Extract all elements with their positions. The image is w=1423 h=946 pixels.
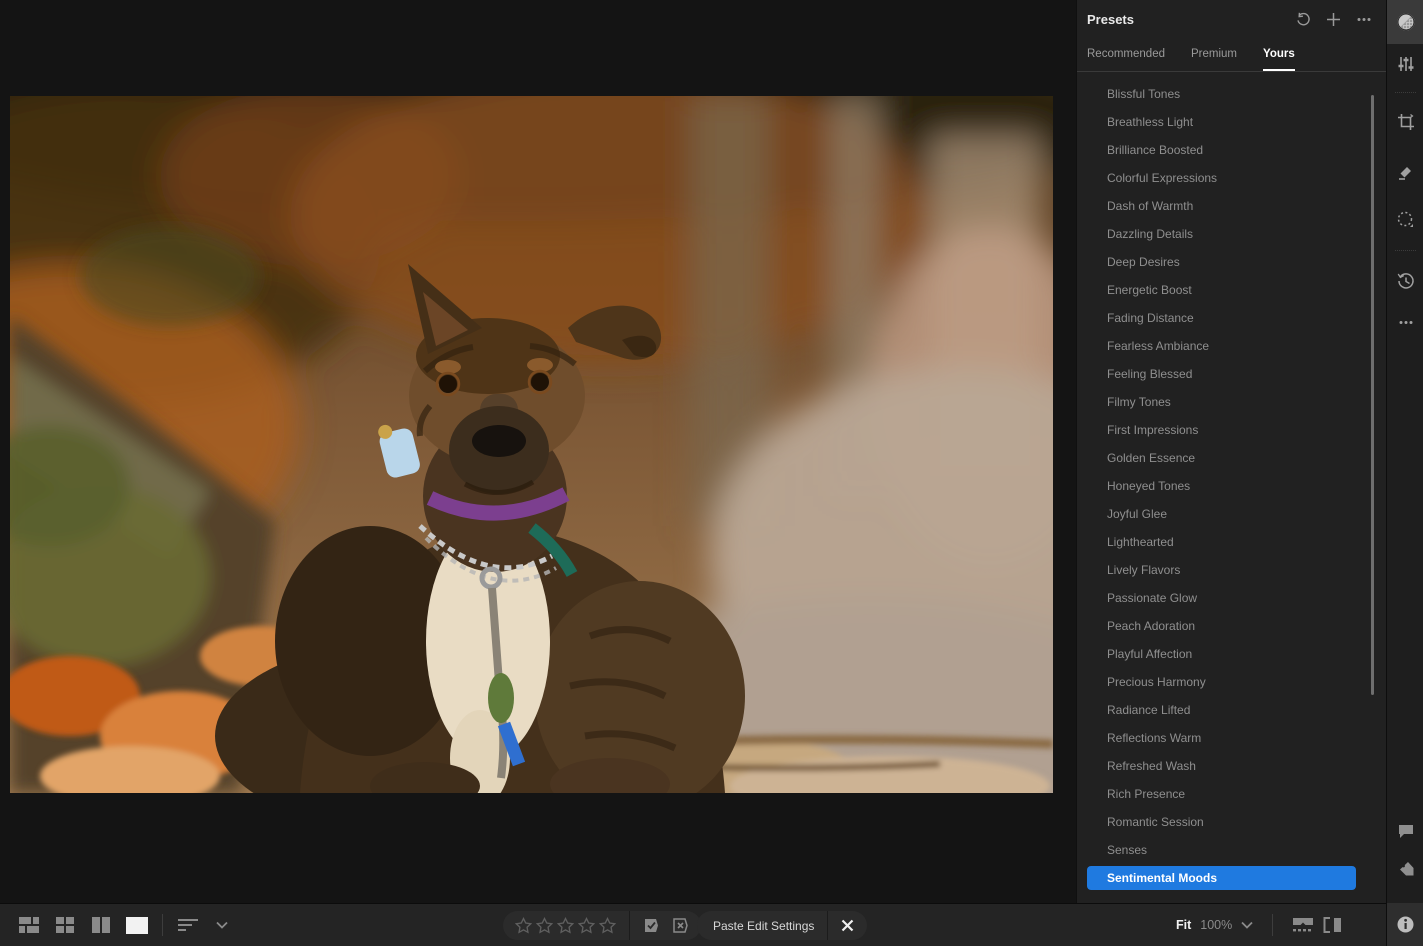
- chevron-down-icon[interactable]: [211, 916, 233, 934]
- preset-item[interactable]: Breathless Light: [1077, 108, 1386, 136]
- preset-tab[interactable]: Yours: [1263, 48, 1295, 71]
- photo-canvas[interactable]: [0, 0, 1076, 903]
- keywords-icon[interactable]: [1387, 849, 1423, 889]
- photo-image: [10, 96, 1053, 793]
- star-icon[interactable]: [536, 917, 553, 934]
- before-after-icon[interactable]: [1323, 917, 1343, 933]
- masking-icon[interactable]: [1387, 199, 1423, 239]
- preset-item[interactable]: Passionate Glow: [1077, 584, 1386, 612]
- star-icon[interactable]: [578, 917, 595, 934]
- sort-icon[interactable]: [177, 916, 199, 934]
- rating-flag-group: [503, 911, 701, 940]
- mosaic-view-icon[interactable]: [18, 916, 40, 934]
- edit-icon[interactable]: [1387, 0, 1423, 44]
- presets-tabs: Recommended Premium Yours: [1077, 38, 1386, 72]
- zoom-chevron-down-icon[interactable]: [1241, 921, 1253, 929]
- comments-icon[interactable]: [1387, 811, 1423, 851]
- preset-item[interactable]: Refreshed Wash: [1077, 752, 1386, 780]
- zoom-fit-button[interactable]: Fit: [1176, 918, 1191, 932]
- preset-item[interactable]: Rich Presence: [1077, 780, 1386, 808]
- pick-flag-icon[interactable]: [643, 918, 660, 933]
- filmstrip-icon[interactable]: [1292, 917, 1314, 933]
- toolbar-divider: [162, 914, 163, 936]
- grid-view-icon[interactable]: [54, 916, 76, 934]
- preset-item[interactable]: Feeling Blessed: [1077, 360, 1386, 388]
- presets-title: Presets: [1087, 12, 1295, 27]
- paste-edit-settings-group: Paste Edit Settings: [697, 911, 867, 940]
- presets-header: Presets: [1077, 0, 1386, 38]
- revert-icon[interactable]: [1295, 11, 1312, 28]
- presets-icon[interactable]: [1387, 44, 1423, 84]
- lightroom-app: Presets Recommended Premium Yours Blissful…: [0, 0, 1423, 946]
- preset-item[interactable]: Honeyed Tones: [1077, 472, 1386, 500]
- preset-item[interactable]: Filmy Tones: [1077, 388, 1386, 416]
- zoom-controls: Fit 100%: [1176, 904, 1343, 946]
- preset-item[interactable]: Radiance Lifted: [1077, 696, 1386, 724]
- preset-list: Blissful TonesBreathless LightBrilliance…: [1077, 72, 1386, 890]
- photo-dog-autumn[interactable]: [10, 96, 1053, 793]
- preset-item[interactable]: Fading Distance: [1077, 304, 1386, 332]
- preset-item[interactable]: Lighthearted: [1077, 528, 1386, 556]
- presets-panel: Presets Recommended Premium Yours Blissful…: [1076, 0, 1386, 903]
- preset-item[interactable]: Sentimental Moods: [1087, 866, 1356, 890]
- star-icon[interactable]: [599, 917, 616, 934]
- preset-tab[interactable]: Premium: [1191, 48, 1237, 71]
- compare-view-icon[interactable]: [90, 916, 112, 934]
- preset-item[interactable]: Senses: [1077, 836, 1386, 864]
- preset-item[interactable]: First Impressions: [1077, 416, 1386, 444]
- preset-item[interactable]: Brilliance Boosted: [1077, 136, 1386, 164]
- toolbar-divider: [1272, 914, 1273, 936]
- preset-item[interactable]: Romantic Session: [1077, 808, 1386, 836]
- preset-item[interactable]: Golden Essence: [1077, 444, 1386, 472]
- preset-item[interactable]: Reflections Warm: [1077, 724, 1386, 752]
- preset-item[interactable]: Playful Affection: [1077, 640, 1386, 668]
- detail-view-icon[interactable]: [126, 916, 148, 934]
- paste-edit-settings-button[interactable]: Paste Edit Settings: [713, 919, 814, 933]
- crop-icon[interactable]: [1387, 102, 1423, 142]
- add-preset-icon[interactable]: [1325, 11, 1342, 28]
- preset-item[interactable]: Lively Flavors: [1077, 556, 1386, 584]
- zoom-level-value[interactable]: 100%: [1200, 918, 1232, 932]
- bottom-toolbar: Paste Edit Settings Fit 100%: [0, 903, 1386, 946]
- more-icon[interactable]: [1387, 302, 1423, 342]
- preset-item[interactable]: Energetic Boost: [1077, 276, 1386, 304]
- preset-item[interactable]: Fearless Ambiance: [1077, 332, 1386, 360]
- star-icon[interactable]: [557, 917, 574, 934]
- heal-icon[interactable]: [1387, 152, 1423, 192]
- preset-item[interactable]: Joyful Glee: [1077, 500, 1386, 528]
- preset-item[interactable]: Deep Desires: [1077, 248, 1386, 276]
- preset-item[interactable]: Peach Adoration: [1077, 612, 1386, 640]
- preset-item[interactable]: Colorful Expressions: [1077, 164, 1386, 192]
- preset-item[interactable]: Blissful Tones: [1077, 80, 1386, 108]
- more-options-icon[interactable]: [1355, 11, 1372, 28]
- reject-flag-icon[interactable]: [672, 918, 689, 933]
- versions-icon[interactable]: [1387, 261, 1423, 301]
- preset-item[interactable]: Precious Harmony: [1077, 668, 1386, 696]
- preset-item[interactable]: Dazzling Details: [1077, 220, 1386, 248]
- presets-scrollbar[interactable]: [1371, 95, 1374, 695]
- preset-tab[interactable]: Recommended: [1087, 48, 1165, 71]
- info-icon[interactable]: [1387, 903, 1423, 946]
- preset-item[interactable]: Dash of Warmth: [1077, 192, 1386, 220]
- right-icon-rail: [1386, 0, 1423, 946]
- star-icon[interactable]: [515, 917, 532, 934]
- close-icon[interactable]: [827, 911, 867, 940]
- pill-divider: [629, 911, 630, 940]
